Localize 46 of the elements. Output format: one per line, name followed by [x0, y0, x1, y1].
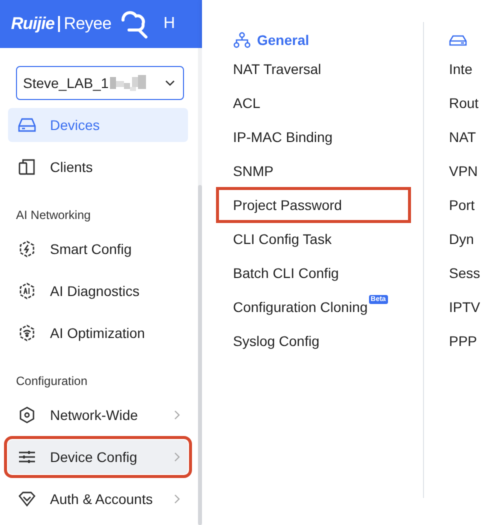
menu-item[interactable]: Syslog Config — [217, 324, 410, 358]
menu-item[interactable]: ACL — [217, 86, 410, 120]
hexagon-icon — [18, 406, 36, 424]
menu-item[interactable]: IPTV — [433, 290, 482, 324]
sidebar-item[interactable]: Clients — [8, 150, 188, 184]
sidebar-item[interactable]: Device Config — [8, 440, 188, 474]
sidebar-item[interactable]: Network-Wide — [8, 398, 188, 432]
sidebar-item[interactable]: Smart Config — [8, 232, 188, 266]
menu-item[interactable]: Project Password — [217, 188, 410, 222]
ai-hexagon-icon — [18, 282, 36, 300]
menu-item[interactable]: VPN — [433, 154, 482, 188]
menu-item[interactable]: Port — [433, 188, 482, 222]
menu-item[interactable]: CLI Config Task — [217, 222, 410, 256]
sliders-icon — [18, 448, 36, 466]
chevron-down-icon — [165, 80, 175, 86]
drive-icon — [18, 116, 36, 134]
product-logo-text: Reyee — [64, 14, 112, 34]
wifi-hexagon-icon — [18, 324, 36, 342]
scrollbar[interactable] — [198, 185, 202, 525]
shield-icon — [18, 490, 36, 508]
section-label: AI Networking — [16, 207, 92, 224]
menu-item[interactable]: SNMP — [217, 154, 410, 188]
sidebar-item[interactable]: Auth & Accounts — [8, 482, 188, 516]
bolt-hexagon-icon — [18, 240, 36, 258]
menu-item[interactable]: IP-MAC Binding — [217, 120, 410, 154]
menu-item[interactable]: Batch CLI Config — [217, 256, 410, 290]
network-topology-icon — [233, 32, 251, 48]
separator-rule — [58, 16, 60, 32]
menu-item[interactable]: Inte — [433, 52, 482, 86]
menu-item[interactable]: Dyn — [433, 222, 482, 256]
menu-item[interactable]: NAT — [433, 120, 482, 154]
brand-logo-text: Ruijie — [11, 14, 54, 34]
cloud-logo-icon — [119, 9, 150, 39]
sidebar-item[interactable]: Devices — [8, 108, 188, 142]
sidebar-item[interactable]: AI Optimization — [8, 316, 188, 350]
section-label: Configuration — [16, 373, 88, 390]
sidebar-item[interactable]: AI Diagnostics — [8, 274, 188, 308]
menu-item[interactable]: Rout — [433, 86, 482, 120]
phone-tablet-icon — [18, 158, 36, 176]
menu-item[interactable]: Sess — [433, 256, 482, 290]
menu-item[interactable]: PPP — [433, 324, 482, 358]
menu-group-title: General — [257, 32, 310, 48]
nav-tab[interactable]: H — [163, 15, 176, 33]
menu-item[interactable]: NAT Traversal — [217, 52, 410, 86]
project-select[interactable]: Steve_LAB_1 — [16, 66, 184, 100]
blurred-text-drawing — [110, 75, 148, 91]
